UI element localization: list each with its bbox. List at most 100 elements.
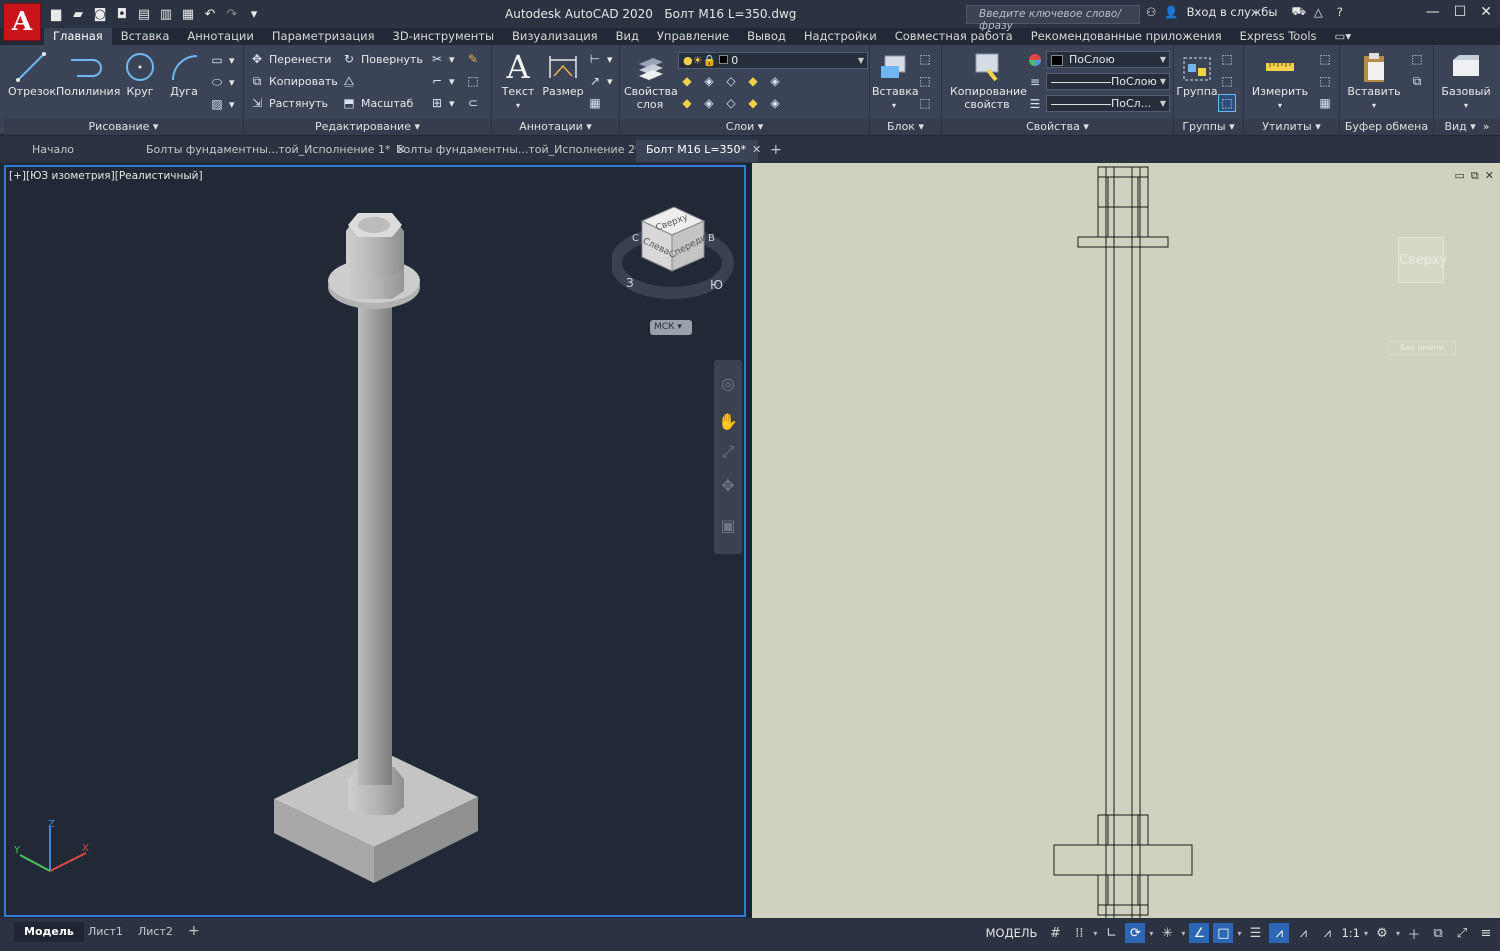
layer-isolate-icon[interactable]: ◈ bbox=[702, 74, 716, 88]
layer-on-icon[interactable]: ◆ bbox=[680, 96, 694, 110]
a360-icon[interactable]: △ bbox=[1314, 5, 1323, 19]
copy-button[interactable]: ⧉ Копировать bbox=[250, 74, 338, 88]
polyline-button[interactable]: Полилиния bbox=[56, 49, 120, 98]
redo-icon[interactable]: ↷ bbox=[223, 5, 241, 23]
save-as-icon[interactable]: ◘ bbox=[113, 5, 131, 23]
ortho-icon[interactable]: ∟ bbox=[1101, 923, 1121, 943]
hatch-icon[interactable]: ▨ ▾ bbox=[210, 97, 234, 111]
add-layout-icon[interactable]: + bbox=[178, 922, 210, 942]
layout-tab-sheet2[interactable]: Лист2 bbox=[128, 922, 183, 942]
ellipse-icon[interactable]: ⬭ ▾ bbox=[210, 75, 235, 89]
text-button[interactable]: A Текст ▾ bbox=[498, 49, 538, 112]
minimize-icon[interactable]: — bbox=[1426, 4, 1440, 20]
paste-button[interactable]: Вставить ▾ bbox=[1346, 49, 1402, 112]
panel-layers-title[interactable]: Слои ▾ bbox=[620, 119, 869, 135]
compass-north[interactable]: С bbox=[632, 233, 639, 244]
panel-groups-title[interactable]: Группы ▾ bbox=[1174, 119, 1243, 135]
offset-icon[interactable]: ⊂ bbox=[466, 96, 480, 110]
workspace-gear-icon[interactable]: ⚙ bbox=[1372, 923, 1392, 943]
zoom-extents-icon[interactable]: ⤢ bbox=[718, 442, 738, 462]
tab-manage[interactable]: Управление bbox=[648, 28, 738, 45]
leader-icon[interactable]: ↗ ▾ bbox=[588, 74, 613, 88]
maximize-icon[interactable]: ☐ bbox=[1454, 4, 1467, 20]
tab-annotate[interactable]: Аннотации bbox=[178, 28, 262, 45]
line-button[interactable]: Отрезок bbox=[8, 49, 56, 98]
layer-thaw-icon[interactable]: ◇ bbox=[724, 96, 738, 110]
doc-tab-bolts-2[interactable]: Болты фундаментны...той_Исполнение 2*✕ bbox=[386, 140, 656, 162]
osnap-tracking-icon[interactable]: ∠ bbox=[1189, 923, 1210, 943]
compass-south[interactable]: Ю bbox=[710, 278, 723, 292]
annotation-scale-value[interactable]: 1:1 bbox=[1341, 926, 1360, 940]
viewcube-2d[interactable]: Сверху bbox=[1398, 237, 1447, 283]
rectangle-icon[interactable]: ▭ ▾ bbox=[210, 53, 234, 67]
copy-clip-icon[interactable]: ⧉ bbox=[1410, 74, 1424, 88]
plot-icon[interactable]: ▦ bbox=[179, 5, 197, 23]
move-button[interactable]: ✥ Перенести bbox=[250, 52, 331, 66]
isodraft-icon[interactable]: ✳ bbox=[1157, 923, 1177, 943]
close-icon[interactable]: ✕ bbox=[1480, 4, 1492, 20]
layout-tab-sheet1[interactable]: Лист1 bbox=[78, 922, 133, 942]
pan-icon[interactable]: ✋ bbox=[718, 412, 738, 432]
panel-annotation-title[interactable]: Аннотации ▾ bbox=[492, 119, 619, 135]
isolate-objects-icon[interactable]: ⧉ bbox=[1428, 923, 1448, 943]
dimension-button[interactable]: Размер bbox=[540, 49, 586, 98]
block-attr-icon[interactable]: ⬚ bbox=[918, 96, 932, 110]
web-save-icon[interactable]: ▥ bbox=[157, 5, 175, 23]
showmotion-icon[interactable]: ▣ bbox=[718, 516, 738, 536]
edit-block-icon[interactable]: ⬚ bbox=[918, 74, 932, 88]
layer-walk-icon[interactable]: ◈ bbox=[768, 96, 782, 110]
id-point-icon[interactable]: ⬚ bbox=[1318, 74, 1332, 88]
grid-icon[interactable]: # bbox=[1045, 923, 1065, 943]
polar-icon[interactable]: ⟳ bbox=[1125, 923, 1146, 943]
circle-button[interactable]: Круг bbox=[118, 49, 162, 98]
array-icon[interactable]: ⊞ ▾ bbox=[430, 96, 455, 110]
stretch-button[interactable]: ⇲ Растянуть bbox=[250, 96, 328, 110]
application-menu-button[interactable]: A bbox=[3, 3, 41, 41]
ucs-menu-button[interactable]: МСК ▾ bbox=[650, 320, 692, 335]
tab-visualize[interactable]: Визуализация bbox=[503, 28, 607, 45]
layer-properties-button[interactable]: Свойства слоя bbox=[624, 49, 678, 111]
annotation-visibility-icon[interactable]: ⩘ bbox=[1269, 923, 1290, 943]
doc-tab-start[interactable]: Начало bbox=[22, 140, 134, 162]
viewport-2d[interactable]: ▭ ⧉ ✕ Сверху Без имени bbox=[752, 163, 1500, 919]
match-properties-button[interactable]: Копирование свойств bbox=[950, 49, 1027, 111]
vp-minimize-icon[interactable]: ▭ bbox=[1455, 169, 1465, 183]
layer-dropdown[interactable]: ●☀🔒 0 ▼ bbox=[678, 52, 868, 69]
table-icon[interactable]: ▦ bbox=[588, 96, 602, 110]
layout-tab-model[interactable]: Модель bbox=[14, 922, 84, 942]
tab-output[interactable]: Вывод bbox=[738, 28, 795, 45]
tab-view[interactable]: Вид bbox=[607, 28, 648, 45]
group-select-icon[interactable]: ⬚ bbox=[1218, 94, 1236, 112]
panel-draw-title[interactable]: Рисование ▾ bbox=[4, 119, 243, 135]
tab-express-tools[interactable]: Express Tools bbox=[1231, 28, 1326, 45]
layer-unlock-icon[interactable]: ◆ bbox=[746, 96, 760, 110]
measure-button[interactable]: Измерить ▾ bbox=[1250, 49, 1310, 112]
layer-off-icon[interactable]: ◆ bbox=[680, 74, 694, 88]
create-block-icon[interactable]: ⬚ bbox=[918, 52, 932, 66]
scale-button[interactable]: ⬒ Масштаб bbox=[342, 96, 413, 110]
search-input[interactable]: Введите ключевое слово/фразу bbox=[966, 5, 1140, 32]
autoscale-icon[interactable]: ⩘ bbox=[1293, 923, 1313, 943]
panel-view-title[interactable]: Вид ▾ » bbox=[1434, 119, 1500, 135]
doc-tab-bolts-1[interactable]: Болты фундаментны...той_Исполнение 1* ✕ bbox=[136, 140, 406, 162]
fullscreen-icon[interactable]: ⤢ bbox=[1452, 923, 1472, 943]
tab-featured-apps[interactable]: Рекомендованные приложения bbox=[1022, 28, 1231, 45]
color-dropdown[interactable]: ПоСлою ▼ bbox=[1046, 51, 1170, 68]
compass-west[interactable]: З bbox=[626, 276, 634, 290]
open-icon[interactable]: ▰ bbox=[69, 5, 87, 23]
ungroup-icon[interactable]: ⬚ bbox=[1220, 52, 1234, 66]
save-icon[interactable]: ◙ bbox=[91, 5, 109, 23]
signin-link[interactable]: Вход в службы bbox=[1187, 5, 1278, 19]
insert-block-button[interactable]: Вставка ▾ bbox=[872, 49, 919, 112]
mirror-icon[interactable]: ⧋ bbox=[342, 74, 356, 88]
cut-icon[interactable]: ⬚ bbox=[1410, 52, 1424, 66]
layer-unisolate-icon[interactable]: ◈ bbox=[702, 96, 716, 110]
rotate-button[interactable]: ↻ Повернуть bbox=[342, 52, 423, 66]
group-edit-icon[interactable]: ⬚ bbox=[1220, 74, 1234, 88]
model-space-button[interactable]: МОДЕЛЬ bbox=[986, 926, 1038, 940]
web-open-icon[interactable]: ▤ bbox=[135, 5, 153, 23]
ucs-2d-menu[interactable]: Без имени bbox=[1388, 341, 1456, 355]
binoculars-icon[interactable]: ⚇ bbox=[1146, 5, 1156, 19]
undo-icon[interactable]: ↶ bbox=[201, 5, 219, 23]
new-tab-icon[interactable]: + bbox=[760, 140, 786, 162]
